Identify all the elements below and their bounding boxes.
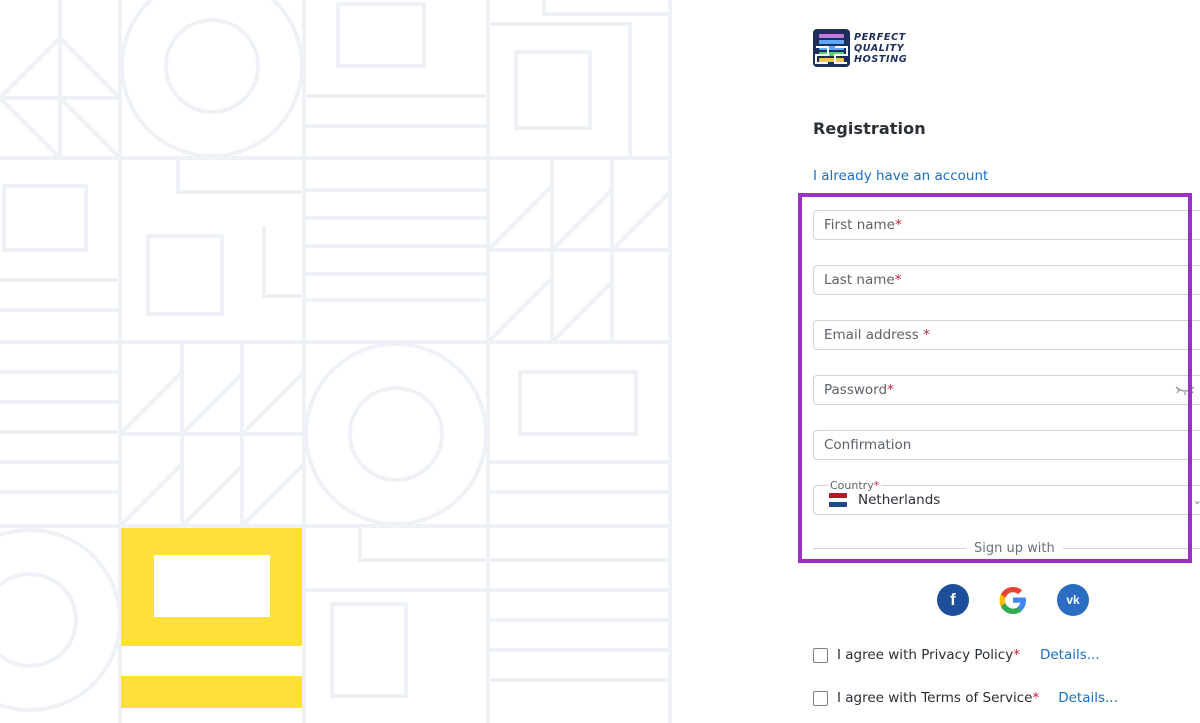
registration-panel: PERFECT QUALITY HOSTING Registration I a…	[672, 0, 1200, 723]
privacy-details-link[interactable]: Details...	[1040, 647, 1100, 663]
privacy-policy-checkbox[interactable]	[813, 647, 828, 663]
privacy-policy-label: I agree with Privacy Policy	[837, 647, 1014, 663]
required-mark: *	[1032, 690, 1040, 706]
logo-line: HOSTING	[854, 53, 908, 65]
terms-details-link[interactable]: Details...	[1058, 690, 1118, 706]
brand-logo[interactable]: PERFECT QUALITY HOSTING	[813, 29, 907, 67]
google-signup-button[interactable]	[997, 584, 1029, 616]
login-link[interactable]: I already have an account	[813, 168, 988, 184]
facebook-signup-button[interactable]: f	[937, 584, 969, 616]
page-title: Registration	[813, 119, 926, 138]
brand-logo-text: PERFECT QUALITY HOSTING	[854, 32, 907, 65]
google-icon	[999, 587, 1026, 614]
registration-page: PERFECT QUALITY HOSTING Registration I a…	[0, 0, 1200, 723]
privacy-agreement-row: I agree with Privacy Policy * Details...	[813, 647, 1100, 663]
terms-of-service-checkbox[interactable]	[813, 690, 828, 706]
background-pattern-svg	[0, 0, 671, 723]
terms-agreement-row: I agree with Terms of Service * Details..…	[813, 690, 1118, 706]
logo-line: PERFECT	[854, 31, 906, 43]
required-mark: *	[1013, 647, 1020, 663]
vk-icon: vk	[1066, 593, 1080, 607]
logo-line: QUALITY	[854, 42, 905, 54]
vk-signup-button[interactable]: vk	[1057, 584, 1089, 616]
facebook-icon: f	[950, 590, 956, 609]
chevron-down-icon: ⌄	[1192, 494, 1200, 507]
terms-of-service-label: I agree with Terms of Service	[837, 690, 1033, 706]
form-highlight-box	[798, 193, 1192, 563]
geometric-background-pattern	[0, 0, 672, 723]
server-rack-logo-icon	[813, 29, 850, 67]
